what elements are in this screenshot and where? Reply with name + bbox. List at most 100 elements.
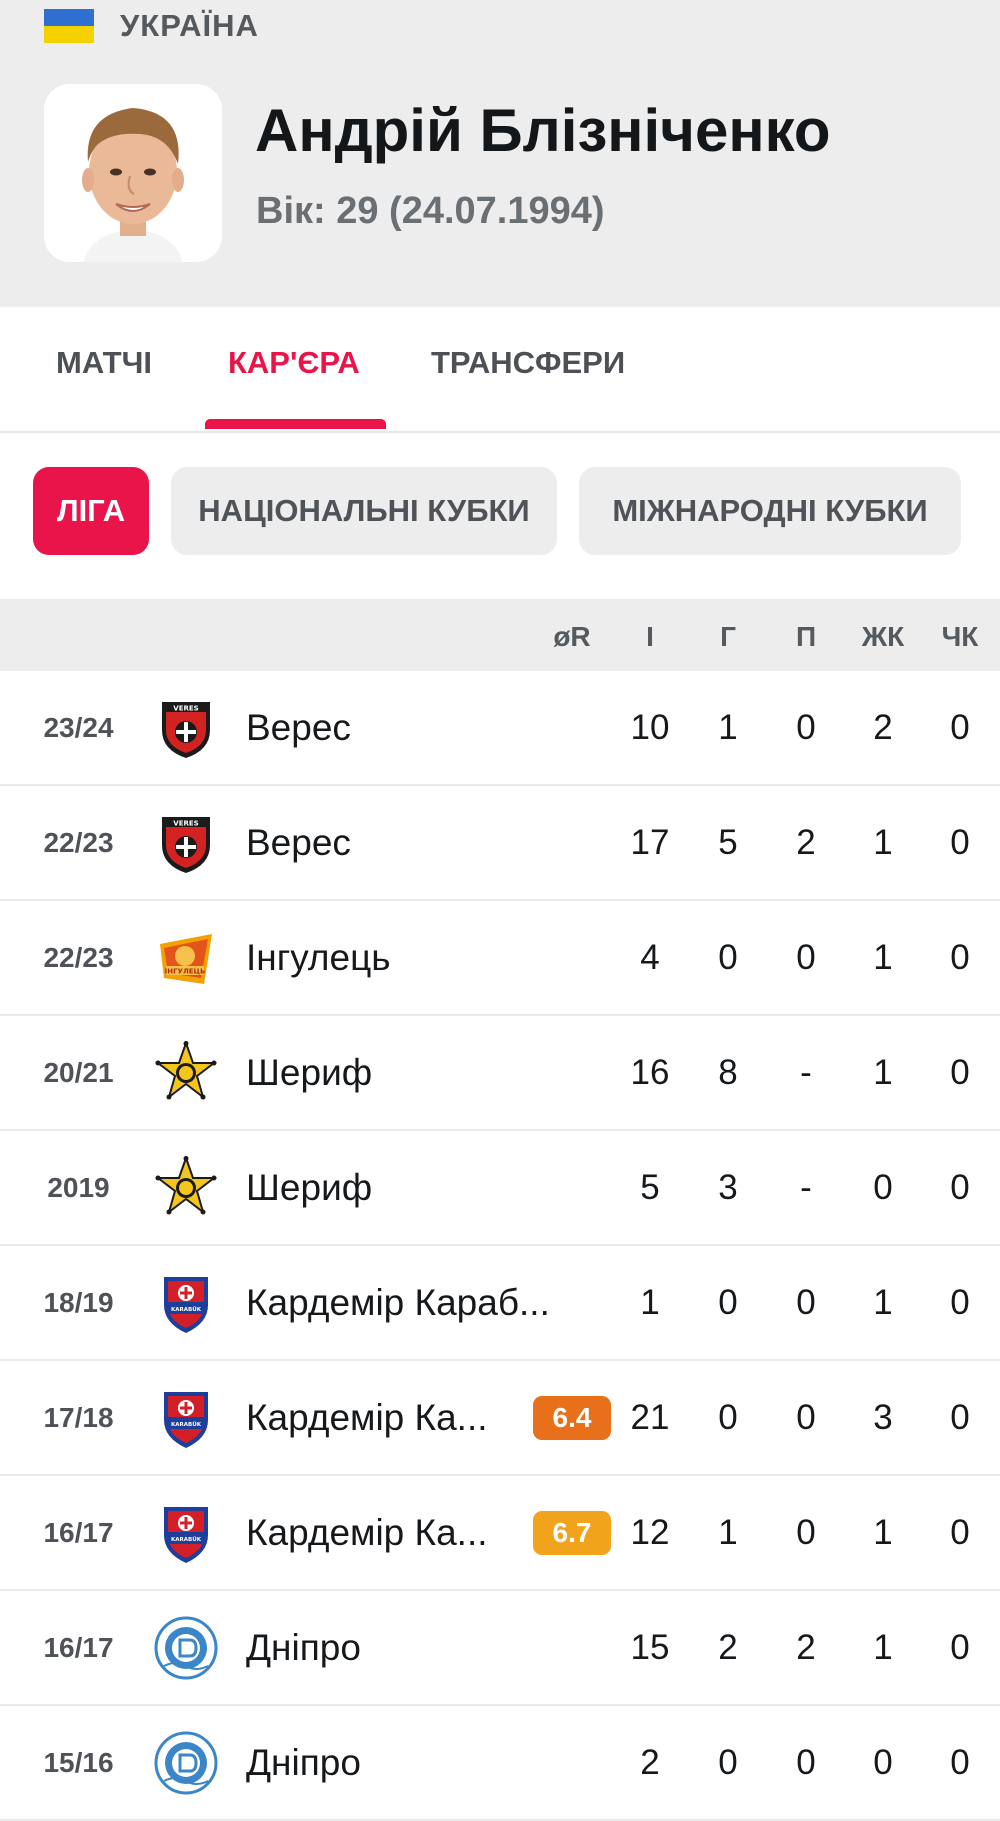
table-row[interactable]: 22/23 ІНГУЛЕЦЬ Інгулець 4 0 0 1 0 <box>0 901 1000 1016</box>
club-name: Кардемір Ка... <box>246 1511 488 1553</box>
svg-text:KARABÜK: KARABÜK <box>171 1421 202 1428</box>
rating-badge: 6.7 <box>533 1511 611 1555</box>
yellow-cards-value: 1 <box>873 1052 893 1092</box>
club-name: Кардемір Ка... <box>246 1396 488 1438</box>
assists-value: 0 <box>796 1742 816 1782</box>
yellow-cards-value: 0 <box>873 1742 893 1782</box>
season-label: 20/21 <box>43 1056 114 1088</box>
player-age: Вік: 29 (24.07.1994) <box>256 190 605 232</box>
red-cards-value: 0 <box>950 1742 970 1782</box>
apps-value: 12 <box>630 1512 670 1552</box>
veres-club-logo-icon: VERES <box>154 811 218 875</box>
apps-value: 16 <box>630 1052 670 1092</box>
rating-badge: 6.4 <box>533 1396 611 1440</box>
yellow-cards-value: 2 <box>873 707 893 747</box>
tab-career[interactable]: КАР'ЄРА <box>228 345 360 381</box>
season-label: 23/24 <box>43 711 114 743</box>
red-cards-value: 0 <box>950 1052 970 1092</box>
apps-value: 15 <box>630 1627 670 1667</box>
season-label: 22/23 <box>43 826 114 858</box>
table-row[interactable]: 20/21 Шериф 16 8 - 1 0 <box>0 1016 1000 1131</box>
dnipro-club-logo-icon <box>154 1616 218 1680</box>
apps-value: 10 <box>630 707 670 747</box>
svg-text:ІНГУЛЕЦЬ: ІНГУЛЕЦЬ <box>165 968 206 976</box>
goals-value: 1 <box>718 1512 738 1552</box>
goals-value: 0 <box>718 937 738 977</box>
player-name: Андрій Блізніченко <box>255 97 831 164</box>
table-row[interactable]: 15/16 Дніпро 2 0 0 0 0 <box>0 1706 1000 1821</box>
goals-value: 2 <box>718 1627 738 1667</box>
player-tabs: МАТЧІ КАР'ЄРА ТРАНСФЕРИ <box>0 307 1000 433</box>
assists-value: - <box>800 1052 812 1092</box>
assists-value: 0 <box>796 1512 816 1552</box>
svg-text:VERES: VERES <box>173 705 198 713</box>
active-tab-indicator <box>205 419 386 429</box>
header-assists: П <box>795 621 817 652</box>
club-name: Верес <box>246 821 351 863</box>
apps-value: 4 <box>640 937 660 977</box>
assists-value: 0 <box>796 707 816 747</box>
assists-value: 0 <box>796 1282 816 1322</box>
filter-league[interactable]: ЛІГА <box>33 467 149 555</box>
dnipro-club-logo-icon <box>154 1731 218 1795</box>
assists-value: - <box>800 1167 812 1207</box>
season-label: 17/18 <box>43 1401 114 1433</box>
goals-value: 0 <box>718 1282 738 1322</box>
club-name: Шериф <box>246 1051 373 1093</box>
yellow-cards-value: 1 <box>873 1282 893 1322</box>
filter-national-cups[interactable]: НАЦІОНАЛЬНІ КУБКИ <box>171 467 557 555</box>
yellow-cards-value: 0 <box>873 1167 893 1207</box>
apps-value: 21 <box>630 1397 670 1437</box>
tab-transfers[interactable]: ТРАНСФЕРИ <box>431 345 625 381</box>
season-label: 18/19 <box>43 1286 114 1318</box>
table-row[interactable]: 22/23 VERES Верес 17 5 2 1 0 <box>0 786 1000 901</box>
club-name: Кардемір Караб... <box>246 1281 550 1323</box>
club-name: Верес <box>246 706 351 748</box>
competition-filters: ЛІГА НАЦІОНАЛЬНІ КУБКИ МІЖНАРОДНІ КУБКИ <box>0 433 1000 599</box>
red-cards-value: 0 <box>950 1167 970 1207</box>
yellow-cards-value: 1 <box>873 822 893 862</box>
career-table: 23/24 VERES Верес 10 1 0 2 0 22/23 VERES… <box>0 671 1000 1821</box>
assists-value: 0 <box>796 937 816 977</box>
season-label: 16/17 <box>43 1631 114 1663</box>
apps-value: 17 <box>630 822 670 862</box>
svg-text:KARABÜK: KARABÜK <box>171 1306 202 1313</box>
red-cards-value: 0 <box>950 822 970 862</box>
red-cards-value: 0 <box>950 1512 970 1552</box>
table-row[interactable]: 2019 Шериф 5 3 - 0 0 <box>0 1131 1000 1246</box>
filter-international-cups[interactable]: МІЖНАРОДНІ КУБКИ <box>579 467 961 555</box>
table-row[interactable]: 16/17 Дніпро 15 2 2 1 0 <box>0 1591 1000 1706</box>
svg-text:VERES: VERES <box>173 820 198 828</box>
yellow-cards-value: 1 <box>873 937 893 977</box>
table-row[interactable]: 17/18 KARABÜK Кардемір Ка... 6.4 21 0 0 … <box>0 1361 1000 1476</box>
red-cards-value: 0 <box>950 707 970 747</box>
inhulets-club-logo-icon: ІНГУЛЕЦЬ <box>154 926 218 990</box>
goals-value: 0 <box>718 1742 738 1782</box>
goals-value: 3 <box>718 1167 738 1207</box>
season-label: 16/17 <box>43 1516 114 1548</box>
season-label: 15/16 <box>43 1746 114 1778</box>
table-row[interactable]: 23/24 VERES Верес 10 1 0 2 0 <box>0 671 1000 786</box>
season-label: 22/23 <box>43 941 114 973</box>
table-row[interactable]: 16/17 KARABÜK Кардемір Ка... 6.7 12 1 0 … <box>0 1476 1000 1591</box>
sheriff-club-logo-icon <box>154 1041 218 1105</box>
club-name: Шериф <box>246 1166 373 1208</box>
kardemir-club-logo-icon: KARABÜK <box>154 1386 218 1450</box>
country-link[interactable]: УКРАЇНА <box>44 8 259 44</box>
assists-value: 2 <box>796 1627 816 1667</box>
club-name: Дніпро <box>246 1741 361 1783</box>
ukraine-flag-icon <box>44 9 94 43</box>
sheriff-club-logo-icon <box>154 1156 218 1220</box>
goals-value: 8 <box>718 1052 738 1092</box>
header-apps: І <box>646 621 654 652</box>
tab-matches[interactable]: МАТЧІ <box>56 345 152 381</box>
kardemir-club-logo-icon: KARABÜK <box>154 1501 218 1565</box>
red-cards-value: 0 <box>950 937 970 977</box>
season-label: 2019 <box>47 1171 110 1203</box>
country-name: УКРАЇНА <box>120 8 259 43</box>
red-cards-value: 0 <box>950 1397 970 1437</box>
player-photo <box>44 84 222 262</box>
header-yellow-cards: ЖК <box>861 621 905 652</box>
table-header: øR І Г П ЖК ЧК <box>0 599 1000 671</box>
table-row[interactable]: 18/19 KARABÜK Кардемір Караб... 1 0 0 1 … <box>0 1246 1000 1361</box>
